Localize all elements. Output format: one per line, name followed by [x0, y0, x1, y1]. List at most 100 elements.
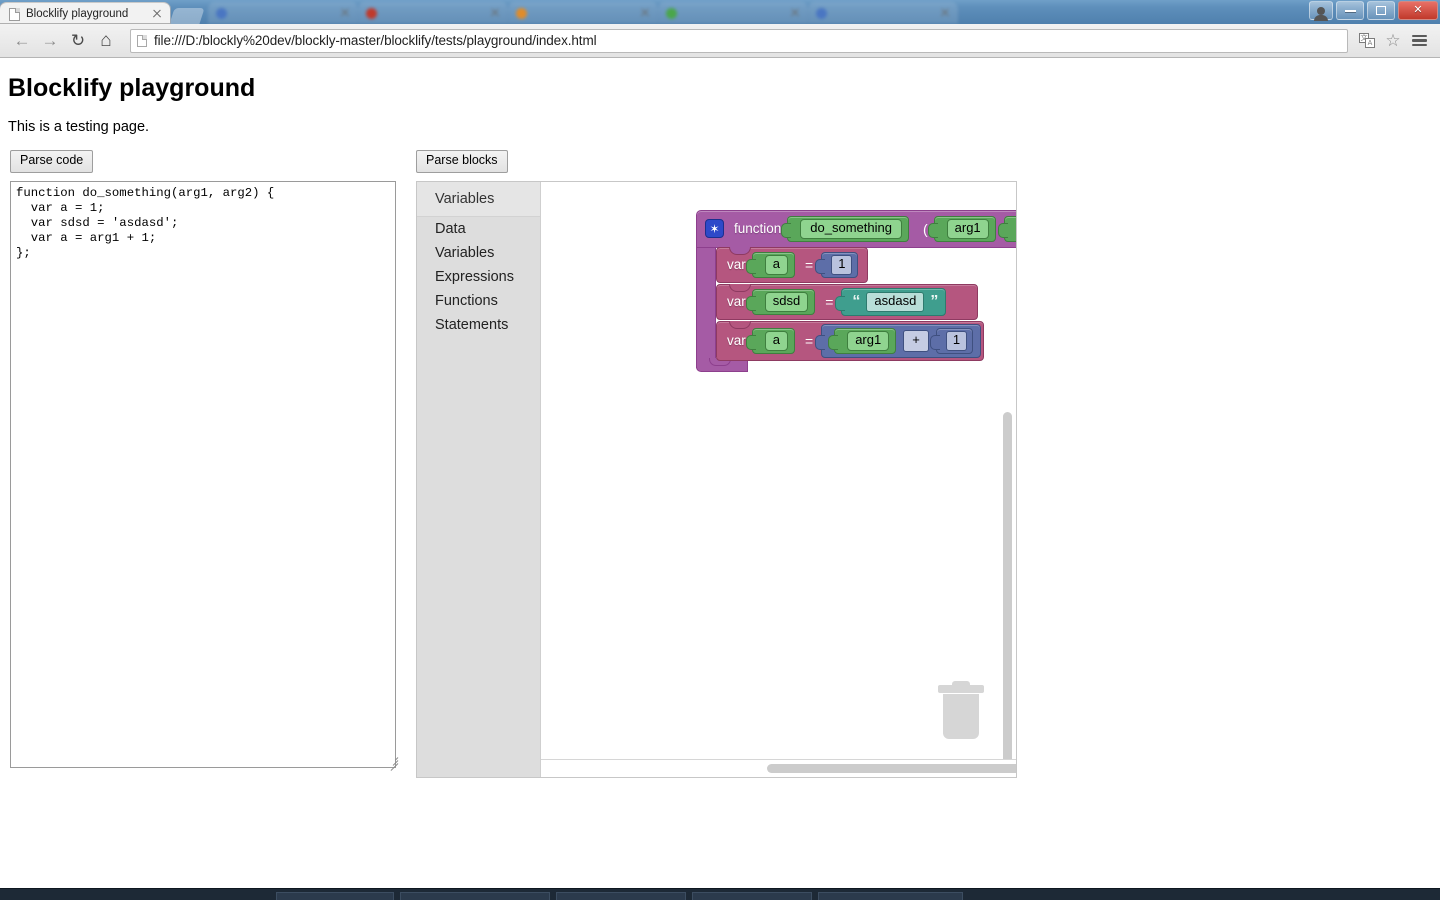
browser-tab-inactive-1[interactable] [208, 2, 358, 24]
param-field-1[interactable]: arg1 [946, 218, 989, 239]
variable-field-1[interactable]: a [764, 254, 788, 275]
function-name-field[interactable]: do_something [800, 218, 902, 239]
number-field-1[interactable]: 1 [831, 254, 853, 275]
param-slot-1[interactable]: arg1 [927, 215, 996, 242]
back-button[interactable]: ← [8, 28, 36, 54]
toolbox-item-statements[interactable]: Statements [417, 313, 540, 337]
close-icon[interactable] [150, 7, 164, 21]
var-statement-block-1[interactable]: var a = 1 [716, 246, 868, 283]
parse-code-button[interactable]: Parse code [10, 150, 94, 173]
reload-icon: ↻ [70, 30, 86, 50]
close-icon[interactable] [488, 6, 502, 20]
taskbar-item-3[interactable] [556, 892, 686, 900]
operand-field-left[interactable]: arg1 [847, 330, 890, 351]
browser-toolbar: ← → ↻ ⌂ file:///D:/blockly%20dev/blockly… [0, 24, 1440, 58]
taskbar-item-2[interactable] [400, 892, 550, 900]
variable-slot-1[interactable]: a [745, 251, 795, 278]
toolbox-item-functions[interactable]: Functions [417, 289, 540, 313]
translate-button[interactable]: 文 A [1354, 28, 1380, 54]
var-keyword-3: var [727, 333, 746, 349]
number-block-2[interactable]: 1 [929, 327, 974, 354]
forward-button[interactable]: → [36, 28, 64, 54]
variable-slot-3[interactable]: a [745, 327, 795, 354]
workspace-vertical-scrollbar[interactable] [1003, 186, 1012, 773]
close-icon: ✕ [1413, 4, 1423, 16]
chrome-menu-button[interactable] [1406, 28, 1432, 54]
number-block-1[interactable]: 1 [815, 251, 859, 278]
browser-tab-inactive-5[interactable] [808, 2, 958, 24]
taskbar-item-4[interactable] [692, 892, 812, 900]
arith-operator-field[interactable]: + [903, 329, 929, 352]
arrow-right-icon: → [41, 30, 59, 50]
parse-blocks-button[interactable]: Parse blocks [416, 150, 508, 173]
variable-field-3[interactable]: a [764, 330, 788, 351]
assign-operator-2: = [825, 293, 834, 310]
page-document-icon [137, 34, 147, 47]
code-textarea[interactable]: function do_something(arg1, arg2) { var … [10, 180, 396, 768]
new-tab-button[interactable] [169, 8, 205, 24]
red-circle-icon [366, 7, 377, 19]
person-icon [1314, 6, 1328, 21]
toolbox-item-data[interactable]: Data [417, 217, 540, 241]
taskbar-item-5[interactable] [818, 892, 963, 900]
var-statement-block-2[interactable]: var sdsd = “ asdasd ” [716, 283, 978, 320]
trashcan-icon[interactable] [938, 680, 984, 739]
orange-circle-icon [516, 7, 527, 19]
function-definition-block[interactable]: function do_something ( arg1 arg2 [696, 209, 1016, 372]
open-paren: ( [922, 220, 928, 237]
window-controls: ✕ [1309, 1, 1438, 21]
string-block[interactable]: “ asdasd ” [835, 287, 947, 316]
bookmark-button[interactable]: ☆ [1380, 28, 1406, 54]
hamburger-menu-icon [1411, 34, 1427, 47]
function-name-slot[interactable]: do_something [781, 215, 909, 242]
browser-tab-active[interactable]: Blocklify playground [0, 2, 170, 24]
arithmetic-block[interactable]: arg1 + 1 [815, 323, 982, 358]
minimize-icon [1344, 9, 1356, 12]
function-block-header[interactable]: function do_something ( arg1 arg2 [696, 209, 1016, 248]
maximize-button[interactable] [1367, 1, 1395, 20]
minimize-button[interactable] [1336, 1, 1364, 20]
toolbox-item-variables[interactable]: Variables [417, 241, 540, 265]
profile-button[interactable] [1309, 1, 1333, 21]
url-text: file:///D:/blockly%20dev/blockly-master/… [154, 33, 597, 48]
horizontal-scrollbar-thumb[interactable] [767, 763, 1016, 773]
browser-tab-inactive-2[interactable] [358, 2, 508, 24]
os-taskbar [0, 888, 1440, 900]
address-bar[interactable]: file:///D:/blockly%20dev/blockly-master/… [130, 28, 1348, 53]
close-icon[interactable] [938, 6, 952, 20]
vertical-scrollbar-thumb[interactable] [1003, 411, 1012, 764]
variable-slot-2[interactable]: sdsd [745, 288, 816, 315]
browser-tab-inactive-4[interactable] [658, 2, 808, 24]
toolbox-root-variables[interactable]: Variables [417, 181, 540, 217]
tab-title: Blocklify playground [26, 7, 129, 20]
blockly-workspace[interactable]: function do_something ( arg1 arg2 [541, 181, 1016, 777]
reload-button[interactable]: ↻ [64, 28, 92, 54]
variable-field-2[interactable]: sdsd [764, 291, 809, 312]
home-icon: ⌂ [100, 29, 112, 51]
close-icon[interactable] [338, 6, 352, 20]
string-field[interactable]: asdasd [866, 291, 925, 312]
green-circle-icon [666, 7, 677, 19]
var-statement-block-3[interactable]: var a = arg1 + 1 [716, 320, 984, 361]
browser-tab-inactive-3[interactable] [508, 2, 658, 24]
star-icon[interactable] [705, 219, 724, 239]
operand-slot-left[interactable]: arg1 [828, 327, 897, 354]
globe-icon [216, 7, 227, 19]
quote-open: “ [852, 292, 861, 310]
page-subtitle: This is a testing page. [8, 119, 150, 135]
taskbar-item-1[interactable] [276, 892, 394, 900]
assign-operator-1: = [805, 256, 814, 273]
number-field-2[interactable]: 1 [945, 330, 968, 351]
close-icon[interactable] [638, 6, 652, 20]
function-block-rail [696, 245, 716, 368]
tab-strip: Blocklify playground [0, 0, 1440, 24]
trashcan-lid [938, 680, 984, 693]
close-window-button[interactable]: ✕ [1398, 1, 1438, 20]
home-button[interactable]: ⌂ [92, 28, 120, 54]
toolbox-item-expressions[interactable]: Expressions [417, 265, 540, 289]
assign-operator-3: = [805, 332, 814, 349]
page-title: Blocklify playground [8, 74, 256, 102]
close-icon[interactable] [788, 6, 802, 20]
document-icon [8, 7, 20, 21]
workspace-horizontal-scrollbar[interactable] [661, 763, 1016, 773]
